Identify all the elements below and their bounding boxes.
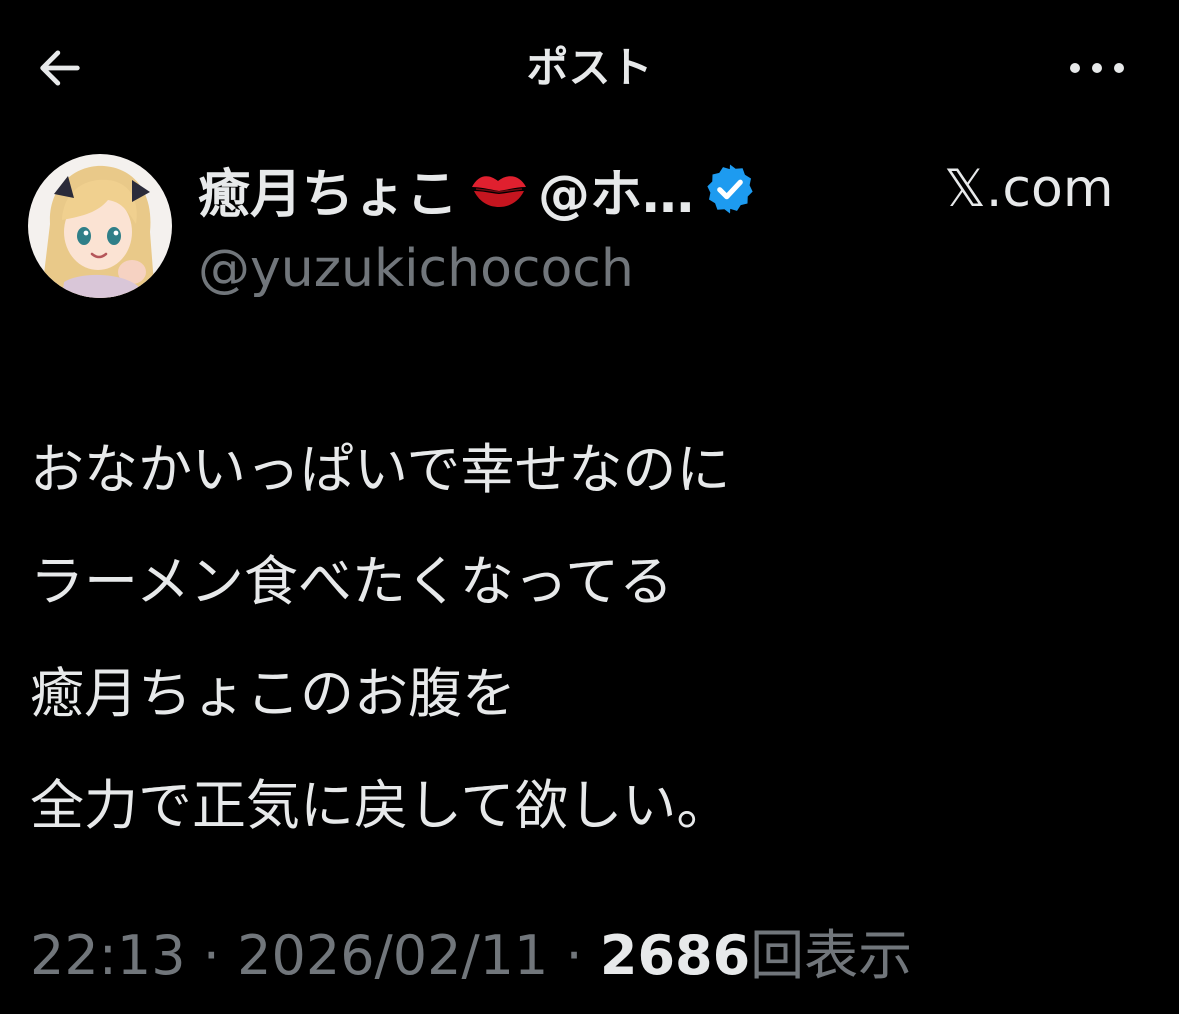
- verified-badge-icon: [702, 161, 758, 217]
- post-time[interactable]: 22:13: [30, 924, 186, 987]
- avatar[interactable]: [28, 154, 172, 298]
- views-label: 回表示: [750, 924, 913, 987]
- more-options-button[interactable]: [1062, 40, 1132, 96]
- display-name-suffix: @ホ…: [538, 164, 695, 225]
- views-count[interactable]: 2686: [600, 924, 750, 987]
- kiss-mark-icon: [468, 167, 530, 211]
- post-text-line: 全力で正気に戻して欲しい。: [30, 774, 731, 837]
- page-title: ポスト: [526, 43, 653, 92]
- meta-separator: ·: [548, 924, 600, 987]
- post-text-line: おなかいっぱいで幸せなのに: [30, 438, 731, 501]
- post-meta: 22:13 · 2026/02/11 · 2686回表示: [30, 916, 912, 996]
- post-text-line: 癒月ちょこのお腹を: [30, 662, 516, 725]
- post-text: おなかいっぱいで幸せなのに ラーメン食べたくなってる 癒月ちょこのお腹を 全力で…: [30, 414, 1140, 862]
- user-handle[interactable]: @yuzukichococh: [198, 234, 634, 304]
- meta-separator: ·: [185, 924, 238, 987]
- post-author: 癒月ちょこ @ホ… 𝕏.com @yuzukichococh: [28, 150, 1158, 310]
- more-horizontal-icon: [1070, 63, 1124, 73]
- display-name[interactable]: 癒月ちょこ: [198, 152, 458, 227]
- source-label: 𝕏.com: [944, 159, 1114, 219]
- avatar-image: [28, 154, 172, 298]
- post-text-line: ラーメン食べたくなってる: [30, 550, 674, 613]
- name-row[interactable]: 癒月ちょこ @ホ…: [198, 152, 758, 227]
- top-bar: ポスト: [0, 0, 1179, 136]
- post-date[interactable]: 2026/02/11: [237, 924, 548, 987]
